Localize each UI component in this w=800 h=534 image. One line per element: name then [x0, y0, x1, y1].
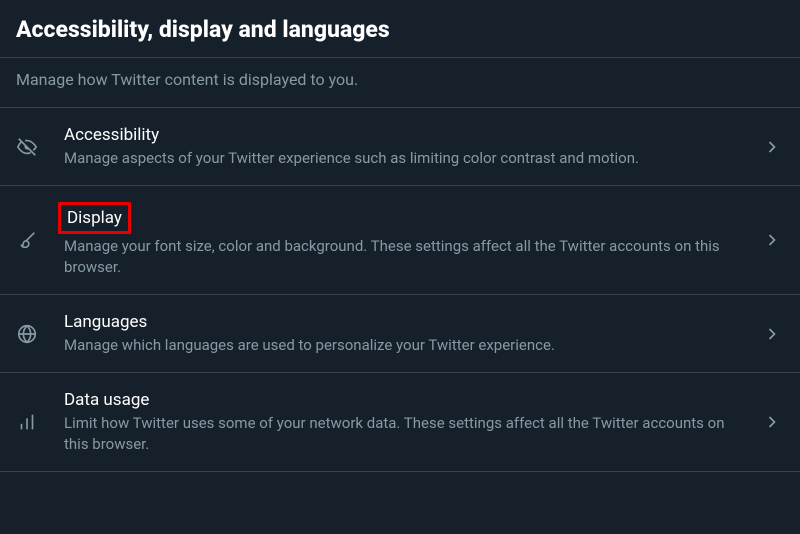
chevron-right-icon: [760, 137, 784, 157]
eye-off-icon: [16, 136, 64, 158]
page-header: Accessibility, display and languages: [0, 0, 800, 57]
settings-item-data-usage[interactable]: Data usage Limit how Twitter uses some o…: [0, 373, 800, 472]
settings-item-desc: Manage which languages are used to perso…: [64, 335, 750, 356]
settings-item-title: Accessibility: [64, 124, 159, 146]
settings-item-body: Data usage Limit how Twitter uses some o…: [64, 389, 760, 455]
settings-item-display[interactable]: Display Manage your font size, color and…: [0, 186, 800, 295]
settings-item-languages[interactable]: Languages Manage which languages are use…: [0, 295, 800, 373]
page-subtitle: Manage how Twitter content is displayed …: [16, 70, 784, 89]
settings-item-body: Display Manage your font size, color and…: [64, 202, 760, 278]
settings-item-desc: Manage your font size, color and backgro…: [64, 236, 750, 278]
settings-list: Accessibility Manage aspects of your Twi…: [0, 107, 800, 472]
page-title: Accessibility, display and languages: [16, 16, 784, 43]
settings-item-title: Display: [67, 207, 122, 229]
highlight-box: Display: [58, 202, 131, 234]
globe-icon: [16, 323, 64, 345]
chevron-right-icon: [760, 324, 784, 344]
chevron-right-icon: [760, 412, 784, 432]
settings-item-accessibility[interactable]: Accessibility Manage aspects of your Twi…: [0, 108, 800, 186]
brush-icon: [16, 229, 64, 251]
settings-item-body: Languages Manage which languages are use…: [64, 311, 760, 356]
settings-item-desc: Limit how Twitter uses some of your netw…: [64, 413, 750, 455]
settings-item-body: Accessibility Manage aspects of your Twi…: [64, 124, 760, 169]
chevron-right-icon: [760, 230, 784, 250]
bar-chart-icon: [16, 411, 64, 433]
settings-item-desc: Manage aspects of your Twitter experienc…: [64, 148, 750, 169]
settings-item-title: Data usage: [64, 389, 149, 411]
page-subtitle-wrap: Manage how Twitter content is displayed …: [0, 57, 800, 107]
settings-item-title: Languages: [64, 311, 147, 333]
